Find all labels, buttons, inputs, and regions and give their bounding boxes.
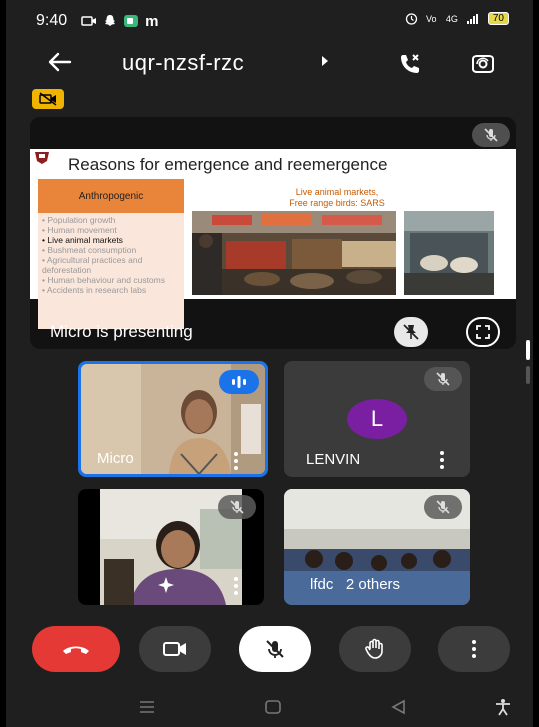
status-time: 9:40 <box>36 12 68 29</box>
scroll-indicator[interactable] <box>526 340 530 384</box>
sparkle-effects-icon[interactable] <box>156 575 176 595</box>
bird-market-photo <box>404 211 494 295</box>
mic-off-icon <box>436 500 450 514</box>
back-arrow-icon[interactable] <box>46 48 74 76</box>
participant-tile-3[interactable] <box>78 489 264 605</box>
alarm-icon <box>405 13 418 25</box>
avatar: L <box>347 399 407 439</box>
participant-tile-group[interactable]: lfdc 2 others <box>284 489 470 605</box>
presenter-status: Micro is presenting <box>50 322 193 341</box>
fullscreen-button[interactable] <box>466 317 500 347</box>
participant-mute-indicator <box>424 367 462 391</box>
recent-apps-icon[interactable] <box>138 700 156 714</box>
status-app-letter: m <box>145 12 159 30</box>
caret-right-icon[interactable] <box>320 54 330 68</box>
mic-off-icon <box>436 372 450 386</box>
reason-item: • Agricultural practices and deforestati… <box>42 255 143 275</box>
mic-off-icon <box>484 128 498 142</box>
more-vertical-icon[interactable] <box>440 451 444 469</box>
meet-app-icon <box>124 15 139 27</box>
participant-tile-lenvin[interactable]: L LENVIN <box>284 361 470 477</box>
system-navigation-bar <box>6 690 533 727</box>
more-vertical-icon[interactable] <box>234 452 238 470</box>
end-call-button[interactable] <box>32 626 120 672</box>
status-bar: 9:40 m Vo 4G 70 <box>6 0 533 42</box>
market-photo <box>192 211 396 295</box>
raise-hand-icon <box>365 638 383 659</box>
presentation-mute-indicator <box>472 123 510 147</box>
accessibility-icon[interactable] <box>494 698 512 716</box>
phone-audio-icon[interactable] <box>396 50 424 78</box>
participant-tile-micro[interactable]: Micro <box>78 361 268 477</box>
participant-video: Micro <box>81 364 265 474</box>
participant-name: lfdc 2 others <box>310 576 401 593</box>
participant-name: Micro <box>97 450 134 467</box>
video-off-badge-icon <box>39 92 57 106</box>
switch-camera-icon[interactable] <box>468 50 498 78</box>
reason-item: • Accidents in research labs <box>42 285 147 295</box>
pin-off-icon <box>403 324 419 340</box>
stop-presenting-button[interactable] <box>394 317 428 347</box>
more-options-button[interactable] <box>438 626 510 672</box>
camera-button[interactable] <box>139 626 211 672</box>
phone-screen: 9:40 m Vo 4G 70 uqr-nzsf-rzc Reasons for… <box>6 0 533 727</box>
speaking-bars-icon <box>232 376 246 388</box>
presentation-panel[interactable]: Reasons for emergence and reemergence An… <box>30 117 516 349</box>
status-right-icons: Vo 4G 70 <box>405 12 509 25</box>
mic-off-icon <box>266 640 284 658</box>
more-vertical-icon <box>472 640 476 658</box>
battery-indicator: 70 <box>487 12 509 25</box>
svg-text:Vo: Vo <box>426 14 437 24</box>
volte-icon: Vo <box>426 14 437 24</box>
signal-icon <box>466 13 478 24</box>
screen-record-icon <box>81 16 97 26</box>
home-icon[interactable] <box>264 699 282 715</box>
reasons-list: • Population growth • Human movement • L… <box>38 213 184 329</box>
fullscreen-icon <box>476 325 490 339</box>
shared-slide: Reasons for emergence and reemergence An… <box>30 149 516 329</box>
network-label: 4G <box>445 13 458 24</box>
reason-item: • Bushmeat consumption <box>42 245 137 255</box>
microphone-button[interactable] <box>239 626 311 672</box>
mic-off-icon <box>230 500 244 514</box>
reason-item: • Human movement <box>42 225 117 235</box>
speaking-indicator <box>219 370 259 394</box>
snapchat-icon <box>105 15 116 26</box>
back-nav-icon[interactable] <box>390 699 408 715</box>
meeting-code[interactable]: uqr-nzsf-rzc <box>122 50 244 76</box>
raise-hand-button[interactable] <box>339 626 411 672</box>
reason-item-highlighted: • Live animal markets <box>42 235 123 245</box>
status-notification-icons: m <box>81 13 158 30</box>
reason-item: • Human behaviour and customs <box>42 275 165 285</box>
end-call-icon <box>63 646 89 654</box>
institution-logo-icon <box>35 152 49 164</box>
participant-mute-indicator <box>424 495 462 519</box>
meeting-top-bar: uqr-nzsf-rzc <box>6 42 533 86</box>
more-vertical-icon[interactable] <box>234 577 238 595</box>
anthropogenic-heading: Anthropogenic <box>38 179 184 213</box>
slide-title: Reasons for emergence and reemergence <box>68 155 388 174</box>
call-controls <box>6 620 533 680</box>
photo-caption: Live animal markets, Free range birds: S… <box>289 187 385 208</box>
participant-mute-indicator <box>218 495 256 519</box>
video-off-badge[interactable] <box>32 89 64 109</box>
reason-item: • Population growth <box>42 215 116 225</box>
participant-name: LENVIN <box>306 451 361 468</box>
video-camera-icon <box>163 642 186 656</box>
